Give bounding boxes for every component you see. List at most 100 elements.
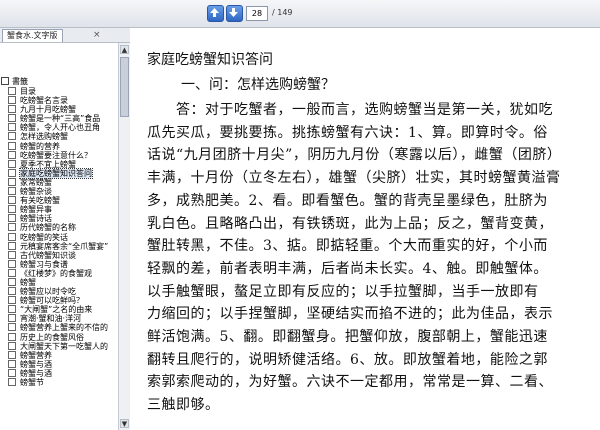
document-line: 以手触蟹眼，螯足立即有反应的；以手拉蟹脚，当手一放即有 [147,283,539,300]
bookmark-item-label: 螃蟹 [20,277,36,287]
bookmark-page-icon [8,250,16,259]
bookmark-page-icon [8,323,16,332]
bookmark-item-label: 螃蟹异事 [20,205,52,215]
bookmark-item-label: 夏季不宜上螃蟹 [20,159,76,169]
bookmark-page-icon [8,359,16,368]
bookmark-page-icon [8,187,16,196]
bookmark-item[interactable]: 螃蟹 [8,277,108,287]
bookmark-item[interactable]: 历史上的食蟹风俗 [8,332,108,342]
document-question: 一、问：怎样选购螃蟹？ [181,77,335,93]
page-number-input[interactable]: 28 [246,6,268,21]
bookmark-item-label: 历史上的食蟹风俗 [20,332,84,342]
bookmark-item[interactable]: 螃蟹可以吃鲜吗？ [8,296,108,305]
bookmark-item[interactable]: 大闸蟹天下第一吃蟹人的 [8,341,108,351]
toolbar: 28 / 149 [0,0,600,28]
bookmark-item[interactable]: 螃蟹杂谈 [8,187,108,196]
bookmark-item[interactable]: 螃蟹营养上蟹来的不信的 [8,323,108,332]
scroll-down-icon[interactable]: ▼ [120,419,129,428]
tab-document[interactable]: 蟹食水.文字版 [2,29,63,42]
bookmark-item-label: 元稹宴席客余“全爪蟹宴” [20,241,109,251]
bookmark-page-icon [8,141,16,150]
bookmark-page-icon [8,305,16,314]
bookmark-item[interactable]: “大闸蟹”之名的由来 [8,305,108,314]
bookmark-item-label: 宵潮·蟹和油·洋河 [20,314,82,324]
scroll-up-icon[interactable]: ▲ [120,45,129,54]
bookmark-item[interactable]: 家常螃蟹 [8,177,108,187]
bookmark-item[interactable]: 历代螃蟹的名称 [8,223,108,232]
bookmark-item-label: 有关吃螃蟹 [20,196,60,206]
document-title: 家庭吃螃蟹知识答问 [147,52,273,68]
bookmark-item[interactable]: 螃蟹异事 [8,205,108,214]
bookmark-item[interactable]: 九月十月吃螃蟹 [8,105,108,114]
document-line: 丰满，十月份（立冬左右），雄蟹（尖脐）壮实，其时螃蟹黄溢膏 [147,170,561,187]
bookmark-item-label: 螃蟹营养上蟹来的不信的 [20,323,108,333]
document-line: 力缩回的；以手捏蟹脚，坚硬结实而掐不进的；此为佳品，表示 [147,306,553,323]
bookmark-page-icon [8,105,16,114]
bookmark-list: 目录 吃螃蟹名言录 九月十月吃螃蟹 螃蟹是一种“三高”食品 螃蟹，令人开心也丑角 怎样选购… [8,87,108,387]
bookmark-page-icon [8,159,16,168]
bookmark-page-icon [8,96,16,105]
bookmark-item[interactable]: 古代螃蟹知识谈 [8,250,108,260]
bookmark-item[interactable]: 怎样选购螃蟹 [8,132,108,141]
arrow-down-icon[interactable] [226,5,243,22]
bookmark-item-label: 家庭吃螃蟹知识答问 [19,167,93,179]
bookmark-item[interactable]: 螃蟹与酒 [8,359,108,369]
bookmark-item[interactable]: 《红楼梦》的食蟹观 [8,268,108,278]
page-total-label: / 149 [272,8,293,17]
bookmark-item[interactable]: 螃蟹营养 [8,350,108,360]
bookmark-page-icon [8,277,16,286]
bookmark-page-icon [8,232,16,241]
bookmark-item[interactable]: 吃螃蟹要注意什么？ [8,150,108,160]
bookmark-item-label: 目录 [20,87,36,96]
bookmark-page-icon [8,332,16,341]
bookmark-page-icon [8,350,16,359]
bookmark-item[interactable]: 目录 [8,87,108,96]
bookmark-page-icon [8,168,16,177]
bookmark-root-label: 書籤 [12,77,28,86]
bookmark-item[interactable]: 吃螃蟹名言录 [8,96,108,105]
bookmark-item-label: 大闸蟹天下第一吃蟹人的 [20,341,108,351]
bookmark-item[interactable]: 螃蟹节 [8,378,108,387]
bookmark-page-icon [8,259,16,268]
bookmark-item-label: 螃蟹应以时令吃 [20,287,76,297]
bookmark-page-icon [8,123,16,132]
scroll-thumb[interactable] [120,57,129,117]
bookmark-item[interactable]: 夏季不宜上螃蟹 [8,159,108,169]
document-line: 话说“九月团脐十月尖”，阴历九月份（寒露以后），雌蟹（团脐） [147,147,562,164]
bookmark-page-icon [8,314,16,323]
bookmark-item[interactable]: 螃蟹与酒 [8,368,108,378]
bookmark-item[interactable]: 螃蟹习与食谱 [8,259,108,269]
bookmark-page-icon [8,132,16,141]
bookmark-page-icon [8,150,16,159]
bookmark-item[interactable]: 家庭吃螃蟹知识答问 [8,167,108,179]
bookmark-item-label: 螃蟹节 [20,378,44,387]
bookmark-item[interactable]: 元稹宴席客余“全爪蟹宴” [8,241,109,251]
bookmark-item-label: 螃蟹习与食谱 [20,259,68,269]
bookmark-item[interactable]: 螃蟹是一种“三高”食品 [8,114,108,123]
collapse-icon[interactable] [1,77,9,85]
bookmark-item[interactable]: 有关吃螃蟹 [8,196,108,205]
bookmark-page-icon [8,87,16,95]
bookmark-item-label: 螃蟹诗话 [20,214,52,224]
bookmark-item[interactable]: 吃螃蟹的笑话 [8,232,108,242]
document-line: 翻转且爬行的，说明矫健活络。6、放。即放蟹着地，能险之郭 [147,351,548,368]
document-body: 答：对于吃蟹者，一般而言，选购螃蟹当是第一关，犹如吃 瓜先买瓜，要挑要拣。挑拣螃蟹… [147,99,600,417]
bookmark-page-icon [8,287,16,296]
document-line: 鲜活饱满。5、翻。即翻蟹身。把蟹仰放，腹部朝上，蟹能迅速 [147,329,548,346]
bookmark-page-icon [8,368,16,377]
close-icon[interactable]: × [93,29,101,41]
bookmark-item-label: 吃螃蟹要注意什么？ [20,150,92,160]
arrow-up-icon[interactable] [207,5,224,22]
bookmark-page-icon [8,114,16,123]
bookmark-scrollbar[interactable]: ▲ ▼ [118,43,130,430]
bookmark-item-label: 螃蟹的营养 [20,141,60,151]
bookmark-page-icon [8,296,16,305]
bookmark-item[interactable]: 螃蟹的营养 [8,141,108,151]
document-line: 答：对于吃蟹者，一般而言，选购螃蟹当是第一关，犹如吃 [147,102,553,118]
document-line: 瓜先买瓜，要挑要拣。挑拣螃蟹有六诀：1、算。即算时令。俗 [147,124,548,141]
bookmark-page-icon [8,223,16,232]
bookmark-item-label: 怎样选购螃蟹 [20,132,68,142]
bookmark-item[interactable]: 螃蟹应以时令吃 [8,287,108,296]
bookmark-item-label: 《红楼梦》的食蟹观 [20,268,92,278]
bookmark-root[interactable]: 書籤 [1,77,28,86]
